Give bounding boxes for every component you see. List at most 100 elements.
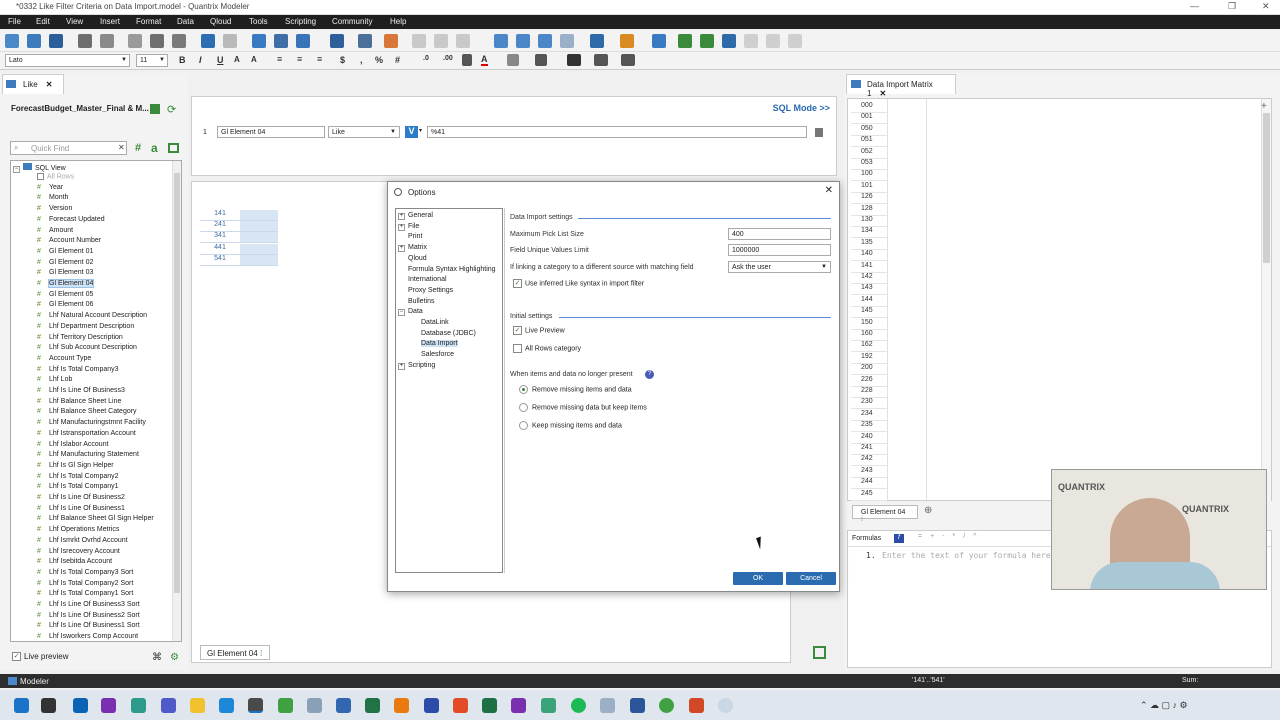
expand-icon[interactable]: +	[398, 223, 405, 231]
matrix-row-header[interactable]: 240	[851, 433, 887, 444]
matrix-icon[interactable]	[252, 34, 266, 48]
options-tree-item[interactable]: Qloud	[408, 255, 427, 262]
scroll-thumb[interactable]	[1263, 113, 1270, 263]
field-item[interactable]: # Month	[37, 194, 68, 201]
matrix-tab-gl-element-04[interactable]: Gl Element 04 ⁞	[852, 505, 918, 523]
podcast-icon[interactable]	[394, 698, 409, 713]
field-item[interactable]: # Lhf Ismrkt Ovrhd Account	[37, 537, 128, 544]
menu-help[interactable]: Help	[390, 17, 406, 26]
grow-font-icon[interactable]: A	[234, 55, 240, 64]
field-item[interactable]: # Lhf Is Total Company3	[37, 366, 119, 373]
number-format-icon[interactable]: #	[395, 55, 400, 65]
options-tree-item[interactable]: + Scripting	[398, 362, 435, 370]
currency-icon[interactable]: $	[340, 55, 345, 65]
minimize-icon[interactable]: —	[1190, 1, 1199, 11]
preview-data-cell[interactable]	[240, 232, 278, 244]
field-item[interactable]: # Amount	[37, 227, 73, 234]
italic-icon[interactable]: I	[199, 55, 202, 65]
field-item[interactable]: # Account Number	[37, 237, 101, 244]
chevron-down-icon[interactable]: ▾	[419, 127, 422, 134]
matrix-row-header[interactable]: 053	[851, 159, 887, 170]
add-category-icon[interactable]: ⊕	[924, 505, 932, 516]
options-tree-item[interactable]: Salesforce	[421, 351, 454, 358]
photos-icon[interactable]	[600, 698, 615, 713]
field-item[interactable]: All Rows	[37, 173, 74, 180]
edge-icon[interactable]	[219, 698, 234, 713]
print-preview-icon[interactable]	[100, 34, 114, 48]
hash-filter-icon[interactable]: #	[135, 142, 141, 154]
options-tree-item[interactable]: Database (JDBC)	[421, 330, 476, 337]
menu-file[interactable]: File	[8, 17, 21, 26]
radio-remove-items-data[interactable]: Remove missing items and data	[519, 385, 632, 394]
matrix-row-header[interactable]: 126	[851, 193, 887, 205]
matrix-row-header[interactable]: 226	[851, 376, 887, 387]
expand-icon[interactable]: +	[398, 362, 405, 370]
matrix-row-header[interactable]: 001	[851, 113, 887, 125]
preview-data-cell[interactable]	[240, 254, 278, 266]
options-tree-item[interactable]: Bulletins	[408, 298, 434, 305]
redo-icon[interactable]	[223, 34, 237, 48]
field-item[interactable]: # Lhf Is Line Of Business2	[37, 494, 125, 501]
check-icon[interactable]	[678, 34, 692, 48]
split-icon[interactable]	[516, 34, 530, 48]
indent-icon[interactable]	[621, 54, 635, 66]
field-item[interactable]: # Lhf Sub Account Description	[37, 344, 137, 351]
excel-icon[interactable]	[482, 698, 497, 713]
menu-view[interactable]: View	[66, 17, 83, 26]
matrix-row-header[interactable]: 128	[851, 205, 887, 216]
edit-icon[interactable]	[150, 104, 160, 114]
matrix-row-header[interactable]: 244	[851, 478, 887, 490]
value-picker-icon[interactable]: V	[405, 126, 418, 138]
menu-format[interactable]: Format	[136, 17, 161, 26]
open-icon[interactable]	[27, 34, 41, 48]
settings-icon[interactable]: ⚙	[170, 652, 179, 663]
bottom-tab-gl-element-04[interactable]: Gl Element 04 ⁞	[200, 645, 270, 660]
print-icon[interactable]	[78, 34, 92, 48]
linking-category-select[interactable]: Ask the user ▼	[728, 261, 831, 273]
view-icon[interactable]	[590, 34, 604, 48]
misc-icon[interactable]	[718, 698, 733, 713]
field-item[interactable]: # Lhf Is Total Company1 Sort	[37, 590, 133, 597]
matrix-row-header[interactable]: 243	[851, 467, 887, 478]
matrix-row-header[interactable]: 234	[851, 410, 887, 421]
field-item[interactable]: # Lhf Is Total Company2 Sort	[37, 580, 133, 587]
expand-icon[interactable]	[652, 34, 666, 48]
matrix-row-header[interactable]: 052	[851, 148, 887, 159]
matrix-row-header[interactable]: 141	[851, 262, 887, 273]
field-item[interactable]: # Lhf Isebitda Account	[37, 558, 112, 565]
shrink-font-icon[interactable]: A	[251, 55, 257, 64]
swap-icon[interactable]	[538, 34, 552, 48]
save-icon[interactable]	[49, 34, 63, 48]
filter-operator-select[interactable]: Like ▼	[328, 126, 400, 138]
preview-data-cell[interactable]	[240, 221, 278, 233]
matrix-row-header[interactable]: 235	[851, 421, 887, 433]
menu-qloud[interactable]: Qloud	[210, 17, 231, 26]
matrix-row-header[interactable]: 000	[851, 102, 887, 113]
new-icon[interactable]	[5, 34, 19, 48]
tree-root[interactable]: − SQL View	[13, 163, 66, 173]
options-tree-item[interactable]: Print	[408, 233, 422, 240]
increase-decimal-icon[interactable]: .00	[443, 55, 453, 62]
freeze-icon[interactable]	[494, 34, 508, 48]
field-item[interactable]: # Lhf Is Line Of Business3	[37, 387, 125, 394]
options-tree-item[interactable]: + General	[398, 212, 433, 220]
options-tree-item[interactable]: International	[408, 276, 447, 283]
field-item[interactable]: # Lhf Is Total Company1	[37, 483, 119, 490]
matrix-row-header[interactable]: 051	[851, 136, 887, 148]
field-item[interactable]: # Year	[37, 184, 63, 191]
field-item[interactable]: # Lhf Manufacturingstmnt Facility	[37, 419, 146, 426]
help-icon[interactable]: ?	[645, 370, 654, 379]
menu-data[interactable]: Data	[177, 17, 194, 26]
matrix-row-header[interactable]: 242	[851, 455, 887, 467]
expand-icon[interactable]: +	[398, 245, 405, 253]
app-icon[interactable]	[541, 698, 556, 713]
bold-icon[interactable]: B	[179, 55, 186, 65]
expand-icon[interactable]: +	[398, 213, 405, 220]
chrome-icon[interactable]	[278, 698, 293, 713]
matrix-row-header[interactable]: 228	[851, 387, 887, 398]
preview-data-cell[interactable]	[240, 210, 278, 221]
matrix-row-header[interactable]: 162	[851, 341, 887, 353]
preview-cell[interactable]: 441	[200, 243, 240, 255]
word-icon[interactable]	[630, 698, 645, 713]
matrix-row-header[interactable]: 145	[851, 307, 887, 319]
